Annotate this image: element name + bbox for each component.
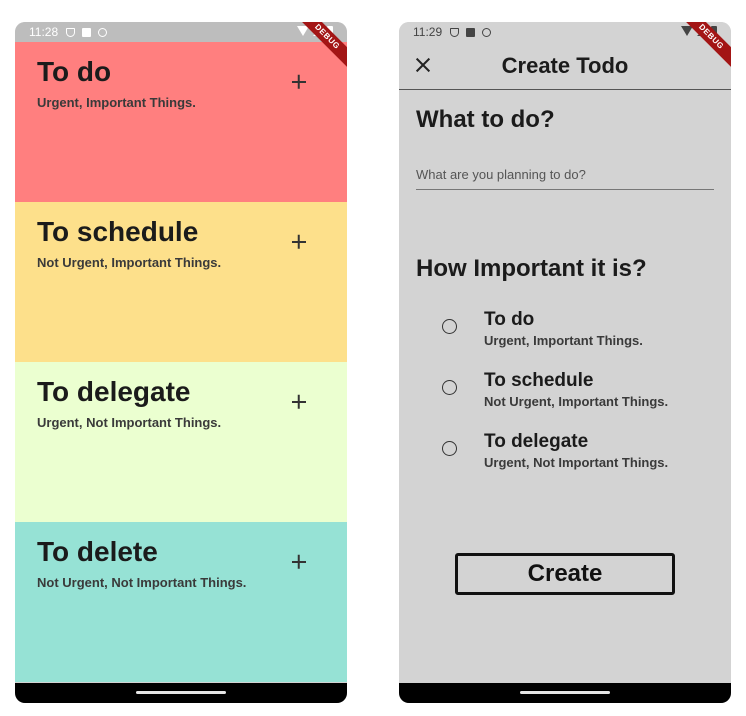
quadrant-subtitle: Urgent, Important Things. [37,95,196,110]
option-title: To schedule [484,370,594,391]
sync-icon [482,27,492,37]
radio-button[interactable] [442,441,457,456]
quadrant-to-schedule: To schedule Not Urgent, Important Things… [15,202,347,362]
home-screen: 11:28 DEBUG To do Urgent, Important Thin… [15,22,347,703]
shield-icon [66,27,76,37]
add-delete-icon[interactable] [287,550,311,574]
sd-card-icon [466,27,476,37]
page-title: Create Todo [501,53,629,78]
quadrant-title: To delete [37,536,158,567]
quadrant-to-do: To do Urgent, Important Things. [15,42,347,202]
add-schedule-icon[interactable] [287,230,311,254]
navigation-bar [399,683,731,703]
navigation-bar [15,683,347,703]
status-bar: 11:29 [399,22,731,42]
quadrant-subtitle: Urgent, Not Important Things. [37,415,222,430]
status-time: 11:28 [29,25,59,39]
sd-card-icon [82,27,92,37]
status-bar: 11:28 [15,22,347,42]
quadrant-title: To do [37,56,112,87]
option-subtitle: Not Urgent, Important Things. [484,394,669,409]
todo-text-input[interactable] [416,160,714,190]
option-title: To delegate [484,431,589,452]
option-to-do[interactable]: To do Urgent, Important Things. [399,309,731,359]
radio-button[interactable] [442,319,457,334]
app-bar: Create Todo [399,42,731,90]
quadrant-title: To schedule [37,216,199,247]
add-todo-icon[interactable] [287,70,311,94]
option-title: To do [484,309,535,330]
option-to-schedule[interactable]: To schedule Not Urgent, Important Things… [399,370,731,420]
what-heading: What to do? [416,106,555,133]
radio-button[interactable] [442,380,457,395]
quadrant-to-delete: To delete Not Urgent, Not Important Thin… [15,522,347,682]
option-subtitle: Urgent, Not Important Things. [484,455,669,470]
sync-icon [98,27,108,37]
quadrant-title: To delegate [37,376,191,407]
status-time: 11:29 [413,25,443,39]
quadrant-subtitle: Not Urgent, Important Things. [37,255,222,270]
option-subtitle: Urgent, Important Things. [484,333,643,348]
home-gesture-handle[interactable] [520,691,610,694]
quadrant-subtitle: Not Urgent, Not Important Things. [37,575,247,590]
option-to-delegate[interactable]: To delegate Urgent, Not Important Things… [399,431,731,481]
create-todo-screen: 11:29 DEBUG Create Todo What to do? How … [399,22,731,703]
add-delegate-icon[interactable] [287,390,311,414]
shield-icon [450,27,460,37]
home-gesture-handle[interactable] [136,691,226,694]
quadrant-to-delegate: To delegate Urgent, Not Important Things… [15,362,347,522]
importance-heading: How Important it is? [416,255,647,282]
create-button[interactable]: Create [455,553,675,595]
